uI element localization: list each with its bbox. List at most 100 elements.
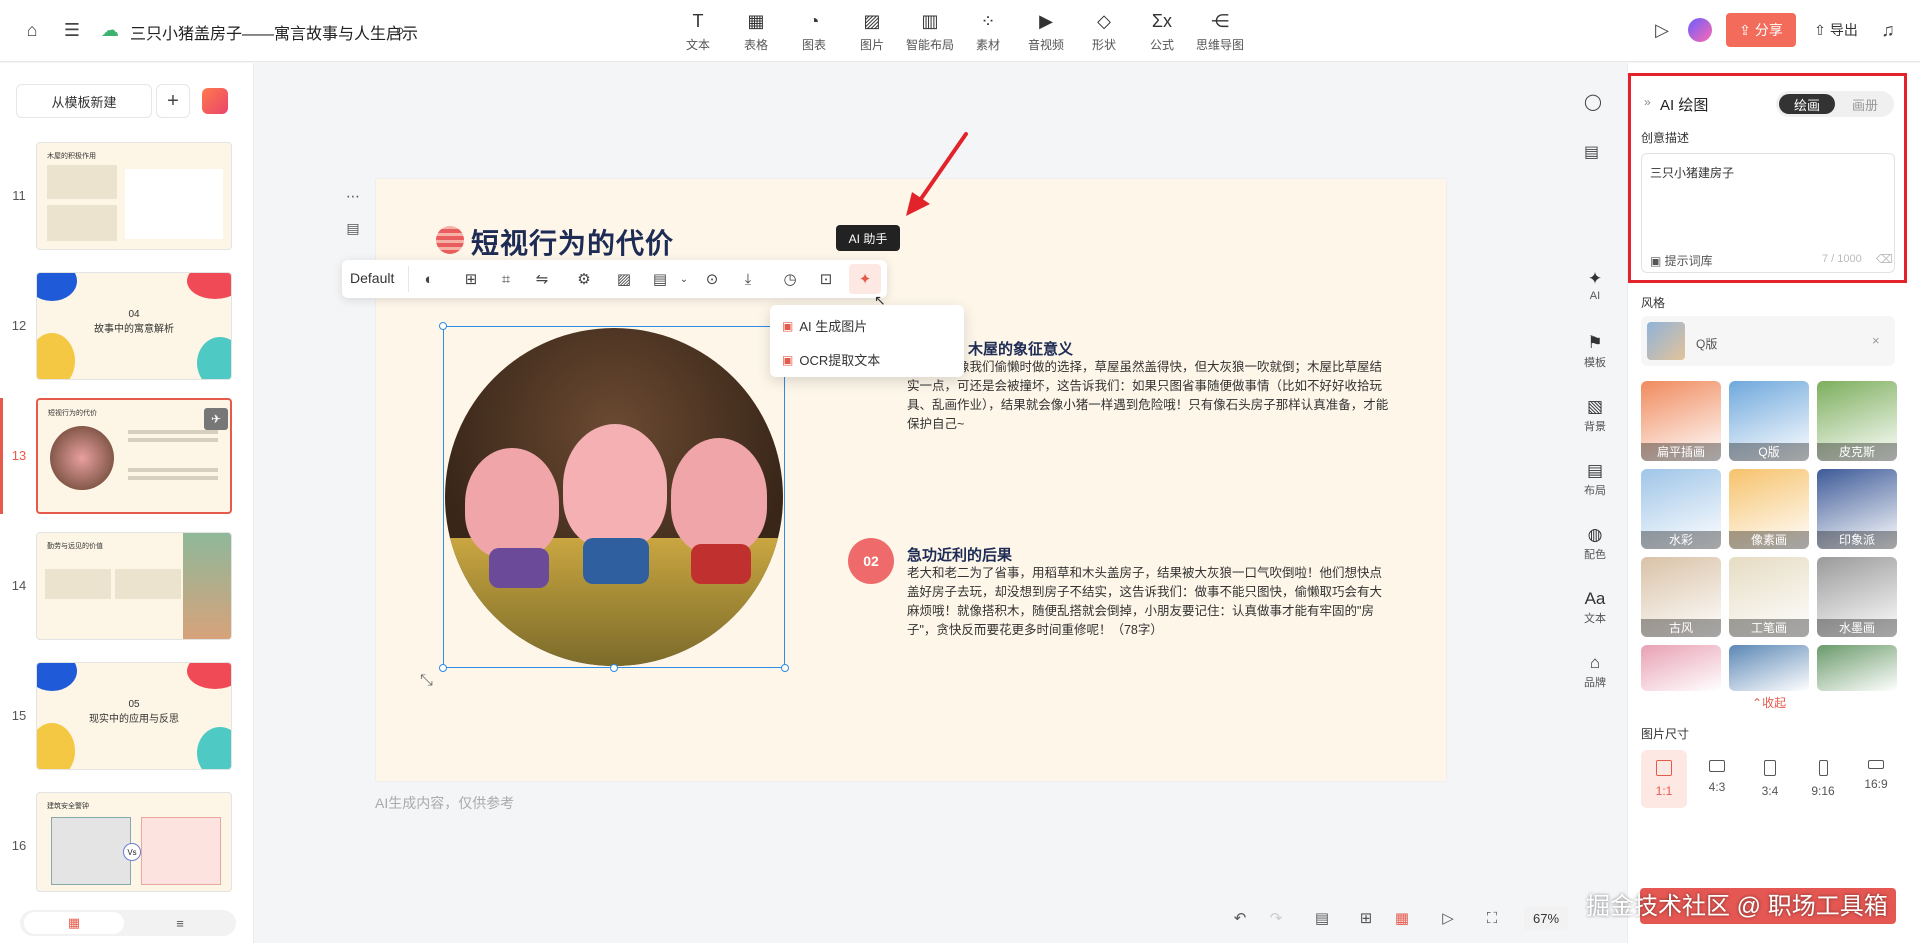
style-option[interactable]: 古风 xyxy=(1641,557,1721,637)
settings-icon[interactable]: ⚙ xyxy=(574,269,594,289)
slide-thumbnail-15[interactable]: 05 现实中的应用与反思 xyxy=(36,662,232,770)
style-option[interactable] xyxy=(1729,645,1809,691)
section1-heading[interactable]: 木屋的象征意义 xyxy=(968,338,1073,359)
style-option[interactable]: 像素画 xyxy=(1729,469,1809,549)
notes-icon[interactable]: ▤ xyxy=(1584,142,1599,162)
menu-icon[interactable]: ☰ xyxy=(58,16,86,44)
zoom-level[interactable]: 67% xyxy=(1524,906,1568,930)
style-option[interactable]: 印象派 xyxy=(1817,469,1897,549)
flip-icon[interactable]: ⇋ xyxy=(532,269,552,289)
collapse-link[interactable]: ⌃收起 xyxy=(1752,694,1786,711)
resize-handle[interactable] xyxy=(781,664,789,672)
comment-icon[interactable]: ◷ xyxy=(780,269,800,289)
resize-handle[interactable] xyxy=(439,322,447,330)
slide-thumbnail-12[interactable]: 04 故事中的寓意解析 xyxy=(36,272,232,380)
sparkle-icon[interactable]: ✦ xyxy=(855,269,875,289)
thumb-blob xyxy=(37,723,75,769)
slide-thumbnail-13[interactable]: 短视行为的代价 ✈ xyxy=(36,398,232,514)
section1-text[interactable]: 像二哥就像我们偷懒时做的选择，草屋虽然盖得快，但大灰狼一吹就倒；木屋比草屋结实一… xyxy=(907,358,1391,434)
style-option[interactable]: Q版 xyxy=(1729,381,1809,461)
image-selection-frame[interactable] xyxy=(443,326,785,668)
search-icon[interactable]: ⌕ xyxy=(386,16,414,44)
home-icon[interactable]: ⌂ xyxy=(18,16,46,44)
side-tool-colors[interactable]: ◍ 配色 xyxy=(1576,524,1614,562)
crop-icon[interactable]: ⌗ xyxy=(496,269,516,289)
avatar[interactable] xyxy=(1688,18,1712,42)
more-icon[interactable]: ⋯ xyxy=(340,184,366,208)
undo-icon[interactable]: ↶ xyxy=(1228,906,1252,930)
selected-style-thumb xyxy=(1647,322,1685,360)
add-slide-button[interactable]: + xyxy=(156,84,190,118)
replace-image-icon[interactable]: ▨ xyxy=(614,269,634,289)
tool-formula[interactable]: Σx 公式 xyxy=(1130,10,1194,53)
description-icon[interactable]: ▤ xyxy=(650,269,670,289)
style-option[interactable] xyxy=(1641,645,1721,691)
style-option[interactable] xyxy=(1817,645,1897,691)
layout-icon[interactable]: ▤ xyxy=(340,216,366,240)
size-option-1-1[interactable]: 1:1 xyxy=(1641,750,1687,808)
share-button[interactable]: ⇪ 分享 xyxy=(1726,13,1796,47)
lock-icon[interactable]: ⊡ xyxy=(816,269,836,289)
slide-thumbnail-11[interactable]: 木屋的积极作用 xyxy=(36,142,232,250)
size-option-9-16[interactable]: 9:16 xyxy=(1800,750,1846,808)
slide-title[interactable]: 短视行为的代价 xyxy=(471,222,674,262)
list-view-icon[interactable]: ≡ xyxy=(168,912,192,934)
bell-icon[interactable]: ♫ xyxy=(1874,16,1902,44)
section2-text[interactable]: 老大和老二为了省事，用稻草和木头盖房子，结果被大灰狼一口气吹倒啦！他们想快点盖好… xyxy=(907,564,1391,640)
template-icon[interactable] xyxy=(202,88,228,114)
tool-text[interactable]: T 文本 xyxy=(666,10,730,53)
tool-smart-layout[interactable]: ▥ 智能布局 xyxy=(898,10,962,53)
chevron-down-icon[interactable]: ⌄ xyxy=(674,269,694,289)
notes-icon[interactable]: ▤ xyxy=(1310,906,1334,930)
tool-assets[interactable]: ⁘ 素材 xyxy=(956,10,1020,53)
rotate-handle-icon[interactable]: ⤡ xyxy=(420,672,433,690)
tool-media[interactable]: ▶ 音视频 xyxy=(1014,10,1078,53)
section2-heading[interactable]: 急功近利的后果 xyxy=(907,544,1012,565)
menu-item-ai-generate-image[interactable]: ▣ AI 生成图片 xyxy=(782,316,867,335)
side-tool-background[interactable]: ▧ 背景 xyxy=(1576,396,1614,434)
export-button[interactable]: ⇧ 导出 xyxy=(1804,13,1868,47)
style-preset[interactable]: Default xyxy=(350,270,394,286)
slide-view-icon[interactable]: ▦ xyxy=(1390,906,1414,930)
style-option[interactable]: 水墨画 xyxy=(1817,557,1897,637)
style-option[interactable]: 工笔画 xyxy=(1729,557,1809,637)
present-icon[interactable]: ▷ xyxy=(1436,906,1460,930)
side-tool-text[interactable]: Aa 文本 xyxy=(1576,588,1614,626)
play-icon[interactable]: ▷ xyxy=(1648,16,1676,44)
side-tool-template[interactable]: ⚑ 模板 xyxy=(1576,332,1614,370)
style-option-label: 水墨画 xyxy=(1817,619,1897,637)
side-tool-layout[interactable]: ▤ 布局 xyxy=(1576,460,1614,498)
ai-mark-icon[interactable]: ✈ xyxy=(204,408,228,430)
clear-style-icon[interactable]: × xyxy=(1872,333,1880,348)
zoom-icon[interactable]: ⊙ xyxy=(702,269,722,289)
thumb-block xyxy=(47,165,117,199)
style-option[interactable]: 皮克斯 xyxy=(1817,381,1897,461)
resize-handle[interactable] xyxy=(439,664,447,672)
size-option-3-4[interactable]: 3:4 xyxy=(1747,750,1793,808)
filter-icon[interactable]: ◐ xyxy=(419,269,439,289)
resize-handle[interactable] xyxy=(610,664,618,672)
tool-chart[interactable]: ◔ 图表 xyxy=(782,10,846,53)
redo-icon[interactable]: ↷ xyxy=(1264,906,1288,930)
chat-icon[interactable]: ◯ xyxy=(1584,92,1602,112)
size-option-4-3[interactable]: 4:3 xyxy=(1694,750,1740,808)
grid-view-icon[interactable]: ⊞ xyxy=(1354,906,1378,930)
side-tool-ai[interactable]: ✦ AI xyxy=(1576,268,1614,302)
document-title[interactable]: 三只小猪盖房子——寓言故事与人生启示 xyxy=(130,20,418,44)
style-option[interactable]: 扁平插画 xyxy=(1641,381,1721,461)
slide-thumbnail-14[interactable]: 勤劳与远见的价值 xyxy=(36,532,232,640)
fit-screen-icon[interactable]: ⛶ xyxy=(1480,906,1504,930)
film-view-icon[interactable]: ▦ xyxy=(24,912,124,934)
tool-image[interactable]: ▨ 图片 xyxy=(840,10,904,53)
slide-thumbnail-16[interactable]: 建筑安全警钟 Vs xyxy=(36,792,232,892)
tool-mindmap[interactable]: ⋲ 思维导图 xyxy=(1188,10,1252,53)
menu-item-ocr[interactable]: ▣ OCR提取文本 xyxy=(782,350,880,369)
tool-table[interactable]: ▦ 表格 xyxy=(724,10,788,53)
size-option-16-9[interactable]: 16:9 xyxy=(1853,750,1899,808)
style-option[interactable]: 水彩 xyxy=(1641,469,1721,549)
tool-shape[interactable]: ◇ 形状 xyxy=(1072,10,1136,53)
new-from-template-button[interactable]: 从模板新建 xyxy=(16,84,152,118)
align-icon[interactable]: ⊞ xyxy=(461,269,481,289)
side-tool-brand[interactable]: ⌂ 品牌 xyxy=(1576,652,1614,690)
download-icon[interactable]: ⤓ xyxy=(738,269,758,289)
